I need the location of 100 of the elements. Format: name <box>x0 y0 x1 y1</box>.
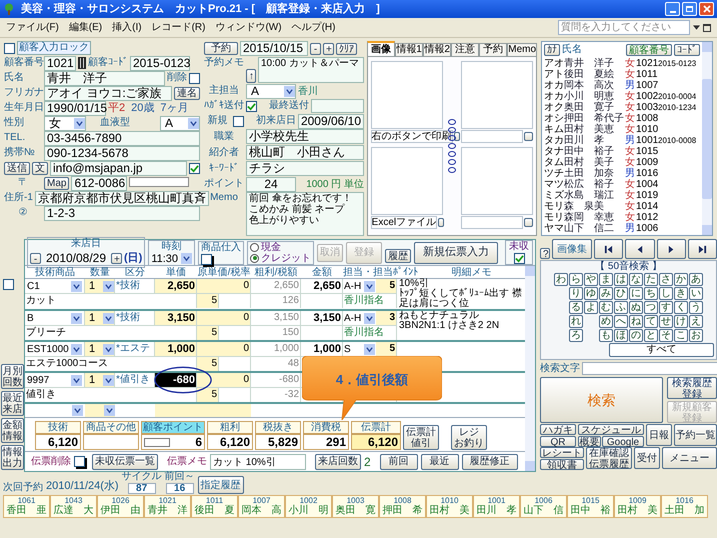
kana-key[interactable]: ふ <box>614 301 628 314</box>
kana-key[interactable]: け <box>674 315 688 328</box>
history-cell[interactable]: 1001 田川 孝 <box>473 495 520 518</box>
customer-row[interactable]: マツ松広 裕子 女1004 <box>544 179 700 190</box>
text-field[interactable]: 京都府京都市伏見区桃山町真斉 <box>34 190 209 206</box>
text-field[interactable]: 1-2-3 <box>44 206 200 220</box>
kana-key[interactable]: の <box>629 329 643 342</box>
schedule-button[interactable]: スケジュール <box>578 424 644 435</box>
customer-row[interactable]: タカ田川 孝 男 10012010-0008 <box>544 135 700 146</box>
code-sort-button[interactable]: ｺｰﾄﾞ <box>674 44 700 56</box>
kana-key[interactable]: く <box>674 301 688 314</box>
kana-key[interactable]: う <box>689 301 703 314</box>
tab[interactable]: Memo <box>507 43 538 56</box>
code-dropdown[interactable]: 9997 <box>25 373 85 387</box>
all-button[interactable]: すべて <box>609 343 714 357</box>
history-cell[interactable]: 1016 土田 加 <box>661 495 708 518</box>
reception-button[interactable]: 受付 <box>634 447 660 469</box>
kana-key[interactable]: し <box>659 287 673 300</box>
menu-item[interactable]: ファイル(F) <box>6 20 59 35</box>
quantity-dropdown[interactable]: 1 <box>85 279 115 293</box>
tab[interactable]: 情報1 <box>395 43 424 56</box>
text-field[interactable]: 1990/01/15 <box>44 100 106 116</box>
help-search-field[interactable]: 質問を入力してください <box>558 20 690 35</box>
history-cell[interactable]: 1021 青井 洋 <box>144 495 191 518</box>
kana-key[interactable]: さ <box>659 273 673 286</box>
history-cell[interactable]: 1006 山下 信 <box>520 495 567 518</box>
code-dropdown[interactable]: EST1000 <box>25 342 85 356</box>
kana-key[interactable]: ろ <box>569 329 583 342</box>
history-cell[interactable]: 1026 伊田 由 <box>97 495 144 518</box>
customer-row[interactable]: タム田村 美子 女1009 <box>544 157 700 168</box>
change-button[interactable]: レジ お釣り <box>451 425 487 450</box>
text-field[interactable]: 24 <box>246 176 296 192</box>
memo-field[interactable]: 前回 傘をお忘れです！ こめかみ 前髪 ネープ 色上がりやすい <box>246 192 364 236</box>
reservation-memo-field[interactable]: 10:00 カット＆パーマ <box>258 57 364 83</box>
blood-type-dropdown[interactable]: A <box>160 116 200 130</box>
kana-key[interactable]: み <box>599 287 613 300</box>
text-field[interactable]: アオイ ヨウコ:ご家族 <box>44 86 172 100</box>
visit-count-button[interactable]: 来店回数 <box>315 454 361 470</box>
quantity-dropdown[interactable]: 1 <box>85 342 115 356</box>
kana-key[interactable]: お <box>689 329 703 342</box>
cycle-field[interactable]: 87 <box>128 483 156 494</box>
kana-key[interactable]: れ <box>569 315 583 328</box>
menu-item[interactable]: レコード(R) <box>152 20 206 35</box>
history-cell[interactable]: 1011 後田 夏 <box>191 495 238 518</box>
kana-key[interactable]: え <box>689 315 703 328</box>
kana-key[interactable]: ね <box>629 315 643 328</box>
caption-field[interactable]: Excelファイル <box>370 216 438 229</box>
customer-row[interactable]: オシ押田 希代子女1008 <box>544 113 700 124</box>
kana-sort-button[interactable]: ｶﾅ <box>544 44 560 56</box>
slip-discount-button[interactable]: 伝票計値引 <box>403 425 439 450</box>
text-field[interactable]: 小学校先生 <box>246 129 364 144</box>
time-dropdown[interactable]: 11:30 <box>151 252 192 264</box>
staff-dropdown[interactable]: A-H <box>343 311 376 325</box>
kana-key[interactable]: か <box>674 273 688 286</box>
number-sort-button[interactable]: 顧客番号 <box>626 44 672 56</box>
history-cell[interactable]: 1007 岡本 高 <box>238 495 285 518</box>
customer-row[interactable]: ミズ水島 瑞江 女1019 <box>544 190 700 201</box>
staff-dropdown[interactable]: A <box>246 84 296 98</box>
quantity-dropdown[interactable]: 1 <box>85 311 115 325</box>
map-button[interactable]: Map <box>44 176 70 190</box>
menu-item[interactable]: 挿入(I) <box>112 20 142 35</box>
kana-key[interactable]: い <box>689 287 703 300</box>
kana-key[interactable]: ら <box>569 273 583 286</box>
gallery-button[interactable]: 画像集 <box>552 239 592 259</box>
kana-key[interactable]: よ <box>584 301 598 314</box>
reservation-button[interactable]: 予約 <box>204 42 238 55</box>
kana-key[interactable]: り <box>569 287 583 300</box>
code-dropdown[interactable]: B <box>25 311 85 325</box>
kana-key[interactable]: す <box>659 301 673 314</box>
text-field[interactable]: 桃山町 小田さん <box>246 145 364 160</box>
kana-key[interactable]: ほ <box>614 329 628 342</box>
clear-button[interactable]: ｸﾘｱ <box>336 42 357 54</box>
kana-key[interactable]: へ <box>614 315 628 328</box>
history-cell[interactable]: 1010 田村 美 <box>426 495 473 518</box>
history-cell[interactable]: 1009 田村 美 <box>614 495 661 518</box>
kana-key[interactable]: ま <box>599 273 613 286</box>
tab[interactable]: 情報2 <box>423 43 452 56</box>
menu-item[interactable]: ヘルプ(H) <box>292 20 336 35</box>
kana-key[interactable]: た <box>644 273 658 286</box>
kana-key[interactable]: は <box>614 273 628 286</box>
customer-row[interactable]: キム田村 美恵 女1010 <box>544 124 700 135</box>
text-field[interactable]: 2015/10/15 <box>240 41 308 56</box>
kana-key[interactable]: ゆ <box>584 287 598 300</box>
unpaid-slips-button[interactable]: 未収伝票一覧 <box>92 454 158 470</box>
recent-button[interactable]: 最近 <box>420 454 459 470</box>
reservation-list-button[interactable]: 予約一覧 <box>674 424 717 446</box>
history-button[interactable]: 履歴 <box>385 249 412 263</box>
save-search-button[interactable]: 検索履歴登録 <box>667 377 717 399</box>
postcard-button[interactable]: ハガキ <box>540 424 576 435</box>
joint-name-button[interactable]: 連名 <box>174 86 200 100</box>
kana-key[interactable]: や <box>584 273 598 286</box>
customer-row[interactable]: ツチ土田 加奈 男 1016 <box>544 168 700 179</box>
google-button[interactable]: Google <box>602 436 644 447</box>
kana-key[interactable]: と <box>644 329 658 342</box>
kana-key[interactable]: せ <box>659 315 673 328</box>
tab[interactable]: 画像 <box>367 41 396 56</box>
text-field[interactable]: 青井 洋子 <box>44 70 165 86</box>
qr-button[interactable]: QR <box>540 436 576 447</box>
kana-key[interactable]: て <box>644 315 658 328</box>
kana-key[interactable]: あ <box>689 273 703 286</box>
